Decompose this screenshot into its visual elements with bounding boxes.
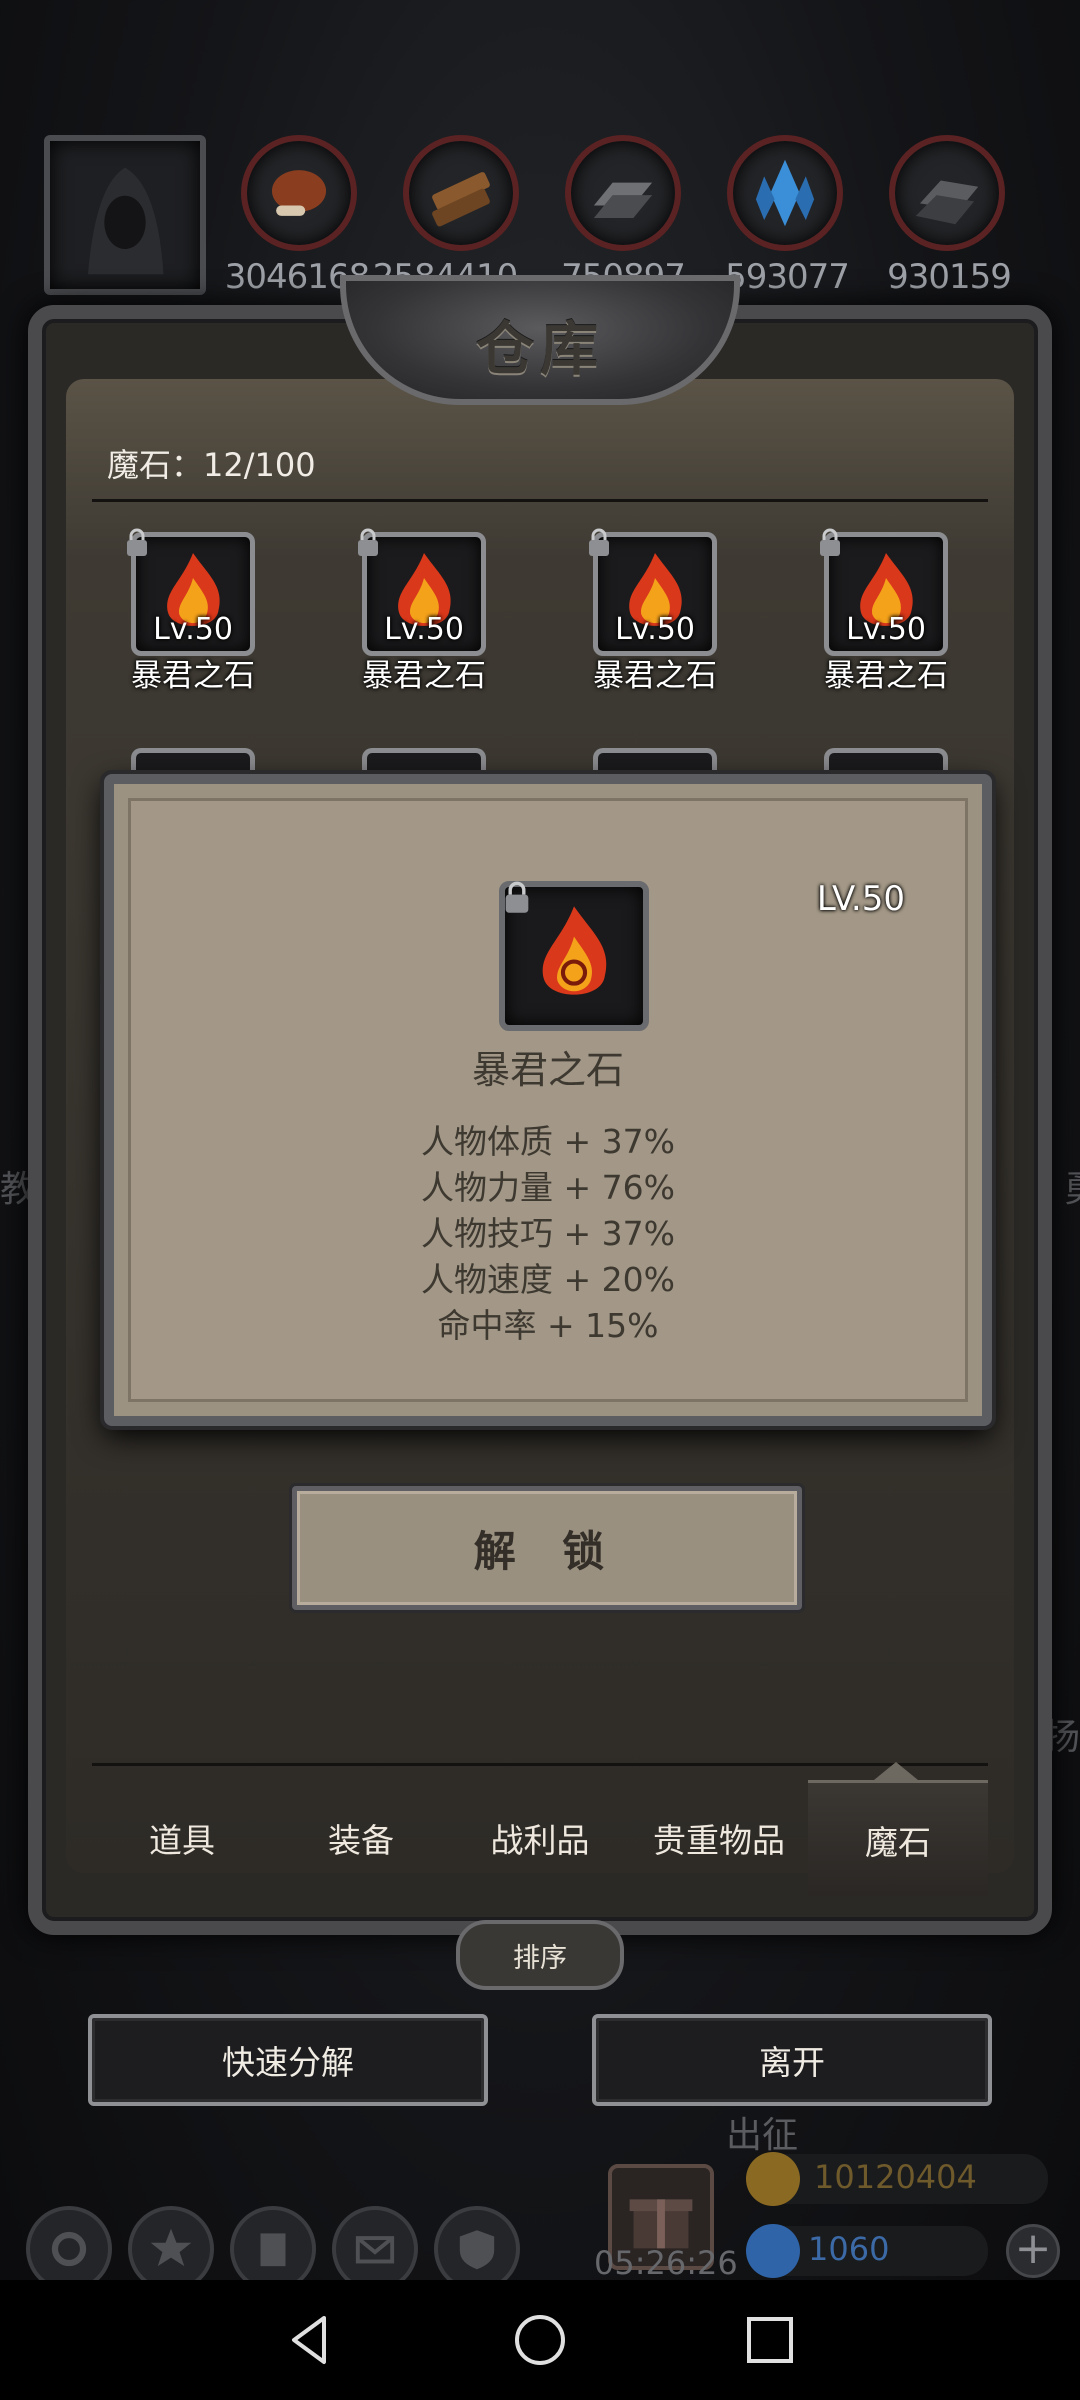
item-stats: 人物体质 + 37% 人物力量 + 76% 人物技巧 + 37% 人物速度 + … bbox=[131, 1119, 965, 1349]
item-name: 暴君之石 bbox=[131, 658, 255, 694]
timer: 05:26:26 bbox=[594, 2244, 738, 2282]
lock-icon bbox=[505, 881, 529, 913]
item-detail-body: LV.50 暴君之石 人物体质 + 37% 人物力量 + 76% 人物技巧 + … bbox=[128, 798, 968, 1402]
add-currency-button[interactable]: + bbox=[1006, 2224, 1060, 2278]
tab-valuables[interactable]: 贵重物品 bbox=[629, 1780, 809, 1896]
lock-icon bbox=[358, 528, 378, 556]
item-level: Lv.50 bbox=[846, 612, 926, 647]
hero-portrait[interactable] bbox=[44, 135, 206, 295]
warehouse-title: 仓库 bbox=[475, 315, 604, 383]
gem-icon bbox=[746, 2224, 800, 2278]
stone-icon[interactable] bbox=[889, 135, 1005, 251]
tab-magic-stones[interactable]: 魔石 bbox=[808, 1780, 988, 1896]
tab-equipment[interactable]: 装备 bbox=[271, 1780, 451, 1896]
item-level: Lv.50 bbox=[384, 612, 464, 647]
stat-line: 人物速度 + 20% bbox=[421, 1260, 675, 1299]
back-icon[interactable] bbox=[280, 2310, 340, 2370]
stat-line: 人物技巧 + 37% bbox=[421, 1214, 675, 1253]
item-name: 暴君之石 bbox=[824, 658, 948, 694]
item-name: 暴君之石 bbox=[362, 658, 486, 694]
iron-ingot-icon[interactable] bbox=[565, 135, 681, 251]
expedition-label[interactable]: 出征 bbox=[726, 2106, 798, 2158]
tab-loot[interactable]: 战利品 bbox=[450, 1780, 630, 1896]
stat-line: 命中率 + 15% bbox=[437, 1306, 659, 1345]
background-text: 勇 bbox=[1064, 1160, 1080, 1212]
leave-button[interactable]: 离开 bbox=[592, 2014, 992, 2106]
tab-items[interactable]: 道具 bbox=[92, 1780, 272, 1896]
stat-line: 人物力量 + 76% bbox=[421, 1168, 675, 1207]
magic-stone-count: 魔石：12/100 bbox=[107, 446, 316, 484]
divider bbox=[92, 1763, 988, 1766]
crystal-icon[interactable] bbox=[727, 135, 843, 251]
unlock-button[interactable]: 解 锁 bbox=[292, 1486, 802, 1610]
lock-icon bbox=[589, 528, 609, 556]
lock-icon bbox=[820, 528, 840, 556]
chevron-up-icon bbox=[874, 1762, 918, 1780]
gem-amount: 1060 bbox=[808, 2230, 890, 2268]
item-detail-popup: LV.50 暴君之石 人物体质 + 37% 人物力量 + 76% 人物技巧 + … bbox=[104, 774, 992, 1426]
gold-coin-icon bbox=[746, 2152, 800, 2206]
divider bbox=[92, 499, 988, 502]
lock-icon bbox=[127, 528, 147, 556]
item-slot[interactable]: Lv.50 暴君之石 bbox=[816, 528, 956, 694]
item-slot[interactable]: Lv.50 暴君之石 bbox=[123, 528, 263, 694]
system-nav-bar bbox=[0, 2280, 1080, 2400]
hooded-hero-icon bbox=[88, 167, 164, 275]
fire-stone-icon bbox=[499, 881, 649, 1031]
sort-button[interactable]: 排序 bbox=[456, 1920, 624, 1990]
recents-icon[interactable] bbox=[740, 2310, 800, 2370]
wood-icon[interactable] bbox=[403, 135, 519, 251]
home-icon[interactable] bbox=[510, 2310, 570, 2370]
category-tabs: 道具 装备 战利品 贵重物品 魔石 bbox=[92, 1780, 988, 1896]
item-slot[interactable]: Lv.50 暴君之石 bbox=[354, 528, 494, 694]
quick-decompose-button[interactable]: 快速分解 bbox=[88, 2014, 488, 2106]
item-level: Lv.50 bbox=[153, 612, 233, 647]
meat-icon[interactable] bbox=[241, 135, 357, 251]
item-level: Lv.50 bbox=[615, 612, 695, 647]
item-name: 暴君之石 bbox=[471, 1048, 624, 1092]
item-slot[interactable]: Lv.50 暴君之石 bbox=[585, 528, 725, 694]
stat-line: 人物体质 + 37% bbox=[421, 1122, 675, 1161]
item-name: 暴君之石 bbox=[593, 658, 717, 694]
resource-value: 930159 bbox=[887, 257, 1012, 297]
item-level: LV.50 bbox=[816, 879, 905, 919]
gold-amount: 10120404 bbox=[814, 2158, 977, 2196]
